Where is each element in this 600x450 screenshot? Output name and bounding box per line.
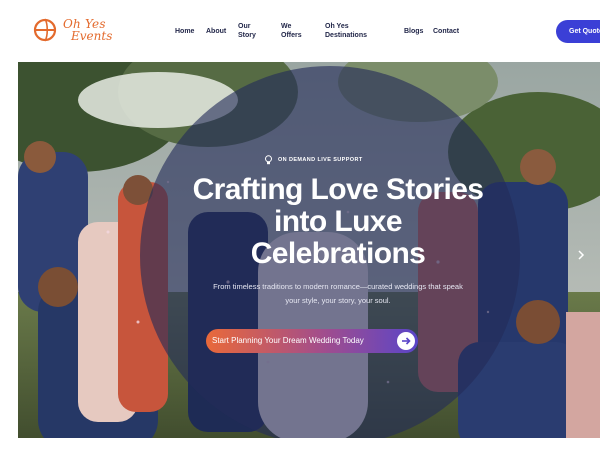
arrow-right-icon: [397, 332, 415, 350]
hero-section: ON DEMAND LIVE SUPPORT Crafting Love Sto…: [18, 62, 600, 450]
chevron-right-icon[interactable]: [576, 248, 586, 262]
brand-logo[interactable]: Oh Yes Events: [33, 16, 123, 50]
nav-our-story[interactable]: Our Story: [238, 22, 268, 40]
nav-we-offers[interactable]: We Offers: [281, 22, 311, 40]
start-planning-button[interactable]: Start Planning Your Dream Wedding Today: [206, 329, 418, 353]
nav-contact[interactable]: Contact: [433, 27, 459, 36]
hero-title: Crafting Love Stories into Luxe Celebrat…: [192, 173, 484, 270]
hero-subtitle: From timeless traditions to modern roman…: [213, 282, 463, 305]
lightbulb-icon: [265, 155, 272, 165]
event-mark-icon: [33, 18, 57, 42]
live-support-text: ON DEMAND LIVE SUPPORT: [278, 157, 363, 163]
start-planning-label: Start Planning Your Dream Wedding Today: [212, 336, 364, 345]
site-header: Oh Yes Events Home About Our Story We Of…: [0, 0, 600, 62]
get-quote-button[interactable]: Get Quote: [556, 20, 600, 43]
hero-bottom-band: [18, 438, 600, 450]
nav-blogs[interactable]: Blogs: [404, 27, 423, 36]
nav-home[interactable]: Home: [175, 27, 194, 36]
nav-about[interactable]: About: [206, 27, 226, 36]
logo-line2: Events: [71, 29, 113, 43]
nav-destinations[interactable]: Oh Yes Destinations: [325, 22, 383, 40]
